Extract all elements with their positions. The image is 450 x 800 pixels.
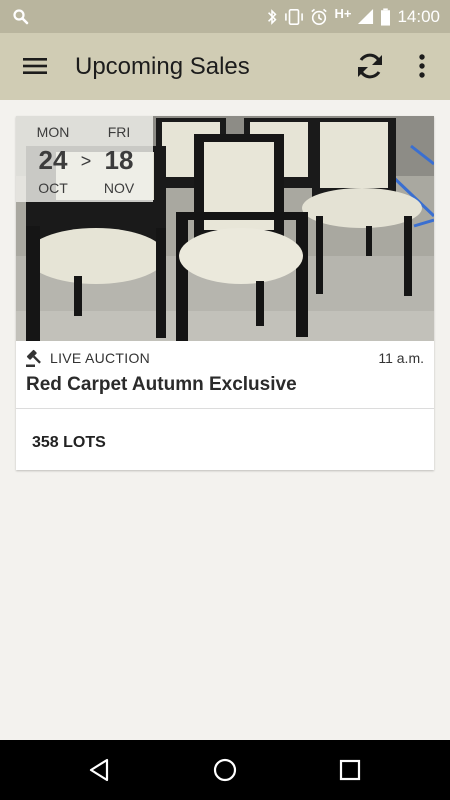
search-icon [13,9,29,25]
alarm-icon [311,8,328,25]
menu-icon[interactable] [20,53,50,79]
gavel-icon [26,349,41,367]
card-divider [16,408,434,409]
sale-time: 11 a.m. [378,350,424,366]
refresh-icon[interactable] [353,49,387,83]
sale-title: Red Carpet Autumn Exclusive [26,374,297,395]
lot-count: 358 LOTS [32,434,106,451]
sale-type-label: LIVE AUCTION [50,350,151,366]
date-separator: > [80,151,92,171]
clock-time: 14:00 [397,6,440,26]
start-day: 24 [38,145,68,175]
sale-card[interactable]: MON 24 OCT > FRI 18 NOV LIVE AUCTION 11 … [16,116,434,470]
battery-icon [381,7,391,26]
home-icon[interactable] [212,757,238,783]
end-month: NOV [103,180,135,196]
start-month: OCT [38,180,68,196]
date-range-badge: MON 24 OCT > FRI 18 NOV [16,116,153,202]
status-bar: H+ 14:00 [0,0,450,33]
bluetooth-icon [268,8,277,25]
more-vert-icon[interactable] [413,51,431,81]
recents-icon[interactable] [337,757,363,783]
vibrate-icon [285,8,304,25]
back-icon[interactable] [87,757,113,783]
start-day-of-week: MON [36,124,70,140]
page-title: Upcoming Sales [75,53,250,80]
sale-type-row: LIVE AUCTION [26,348,150,368]
network-type-label: H+ [334,6,352,21]
signal-icon [358,8,374,25]
app-bar: Upcoming Sales [0,33,450,100]
sale-image: MON 24 OCT > FRI 18 NOV [16,116,434,341]
navigation-bar [0,740,450,800]
end-day: 18 [104,145,134,175]
end-day-of-week: FRI [107,124,131,140]
